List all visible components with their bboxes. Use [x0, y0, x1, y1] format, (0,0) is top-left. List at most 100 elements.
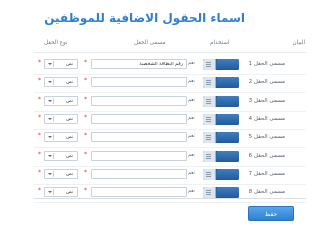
- toggle-on-track: [217, 150, 239, 162]
- toggle-label: نعم: [188, 189, 195, 195]
- toggle-label: نعم: [188, 170, 195, 176]
- toggle-on-track: [217, 95, 239, 107]
- chevron-down-icon: [46, 61, 54, 67]
- use-toggle[interactable]: [203, 95, 239, 107]
- page-title: اسماء الحقول الاضافية للموظفين: [44, 11, 245, 25]
- field-label: مسمى الحقل 8: [248, 189, 285, 196]
- table-row: مسمى الحقل 3 نعم * نص *: [20, 92, 320, 112]
- required-icon: *: [38, 187, 41, 195]
- chevron-down-icon: [46, 170, 54, 177]
- header-field-name: مسمى الحقل: [134, 40, 166, 46]
- table-row: مسمى الحقل 8 نعم * نص *: [20, 183, 320, 204]
- save-button[interactable]: حفظ: [248, 206, 294, 221]
- required-icon: *: [84, 113, 87, 121]
- required-icon: *: [84, 187, 87, 195]
- chevron-down-icon: [46, 79, 54, 86]
- header-use: استخدام: [210, 40, 230, 46]
- field-type-select[interactable]: نص: [44, 95, 78, 106]
- field-name-input[interactable]: [91, 187, 187, 198]
- field-type-value: نص: [66, 80, 73, 86]
- field-label: مسمى الحقل 5: [248, 134, 285, 141]
- field-label: مسمى الحقل 2: [248, 79, 285, 86]
- toggle-handle-icon: [203, 59, 216, 70]
- field-name-input[interactable]: [91, 132, 187, 143]
- required-icon: *: [84, 150, 87, 158]
- table-row: مسمى الحقل 2 نعم * نص *: [20, 73, 320, 94]
- toggle-on-track: [217, 113, 239, 125]
- field-type-value: نص: [66, 135, 73, 141]
- chevron-down-icon: [46, 189, 54, 196]
- required-icon: *: [38, 113, 41, 121]
- required-icon: *: [84, 168, 87, 176]
- field-label: مسمى الحقل 7: [248, 170, 285, 177]
- required-icon: *: [84, 95, 87, 103]
- toggle-label: نعم: [188, 152, 195, 158]
- field-type-select[interactable]: نص: [44, 187, 78, 198]
- field-label: مسمى الحقل 3: [248, 97, 285, 104]
- field-type-select[interactable]: نص: [44, 132, 78, 143]
- header-divider: [34, 52, 306, 53]
- toggle-handle-icon: [203, 132, 216, 144]
- field-label: مسمى الحقل 1: [248, 61, 285, 67]
- toggle-on-track: [217, 168, 239, 180]
- field-name-input[interactable]: [91, 95, 187, 106]
- toggle-label: نعم: [188, 79, 195, 85]
- chevron-down-icon: [46, 115, 54, 122]
- table-row: مسمى الحقل 7 نعم * نص *: [20, 165, 320, 185]
- table-row: مسمى الحقل 6 نعم * نص *: [20, 147, 320, 167]
- field-type-value: نص: [66, 62, 73, 67]
- use-toggle[interactable]: [203, 113, 239, 125]
- use-toggle[interactable]: [203, 77, 239, 89]
- use-toggle[interactable]: [203, 187, 239, 199]
- field-type-value: نص: [66, 171, 73, 177]
- required-icon: *: [38, 168, 41, 176]
- field-name-input[interactable]: [91, 168, 187, 179]
- use-toggle[interactable]: [203, 168, 239, 180]
- required-icon: *: [38, 95, 41, 103]
- use-toggle[interactable]: [203, 59, 239, 70]
- toggle-label: نعم: [188, 61, 195, 66]
- use-toggle[interactable]: [203, 150, 239, 162]
- toggle-handle-icon: [203, 187, 216, 199]
- field-name-input[interactable]: [91, 150, 187, 161]
- field-label: مسمى الحقل 4: [248, 115, 285, 122]
- field-name-input[interactable]: [91, 113, 187, 124]
- field-type-value: نص: [66, 153, 73, 159]
- chevron-down-icon: [46, 97, 54, 104]
- field-type-value: نص: [66, 98, 73, 104]
- chevron-down-icon: [46, 152, 54, 159]
- field-type-select[interactable]: نص: [44, 113, 78, 124]
- toggle-on-track: [217, 59, 239, 70]
- required-icon: *: [84, 132, 87, 140]
- field-label: مسمى الحقل 6: [248, 152, 285, 159]
- required-icon: *: [38, 77, 41, 85]
- table-row: مسمى الحقل 4 نعم * نص *: [20, 110, 320, 130]
- field-type-select[interactable]: نص: [44, 168, 78, 179]
- field-type-value: نص: [66, 190, 73, 196]
- toggle-on-track: [217, 132, 239, 144]
- table-row: مسمى الحقل 5 نعم * نص *: [20, 128, 320, 149]
- field-type-select[interactable]: نص: [44, 150, 78, 161]
- toggle-handle-icon: [203, 77, 216, 89]
- chevron-down-icon: [46, 134, 54, 141]
- toggle-on-track: [217, 77, 239, 89]
- toggle-handle-icon: [203, 150, 216, 162]
- toggle-label: نعم: [188, 115, 195, 121]
- use-toggle[interactable]: [203, 132, 239, 144]
- toggle-handle-icon: [203, 95, 216, 107]
- header-statement: البيان: [292, 40, 305, 46]
- field-type-select[interactable]: نص: [44, 77, 78, 88]
- toggle-on-track: [217, 187, 239, 199]
- required-icon: *: [38, 132, 41, 140]
- field-type-select[interactable]: نص: [44, 59, 78, 69]
- toggle-handle-icon: [203, 113, 216, 125]
- toggle-handle-icon: [203, 168, 216, 180]
- header-field-type: نوع الحقل: [44, 40, 68, 46]
- field-name-input[interactable]: [91, 77, 187, 88]
- required-icon: *: [38, 59, 41, 66]
- table-row: مسمى الحقل 1 نعم * نص *: [20, 55, 320, 75]
- toggle-label: نعم: [188, 134, 195, 140]
- required-icon: *: [84, 59, 87, 66]
- field-name-input[interactable]: [91, 59, 187, 69]
- footer-divider: [34, 198, 306, 199]
